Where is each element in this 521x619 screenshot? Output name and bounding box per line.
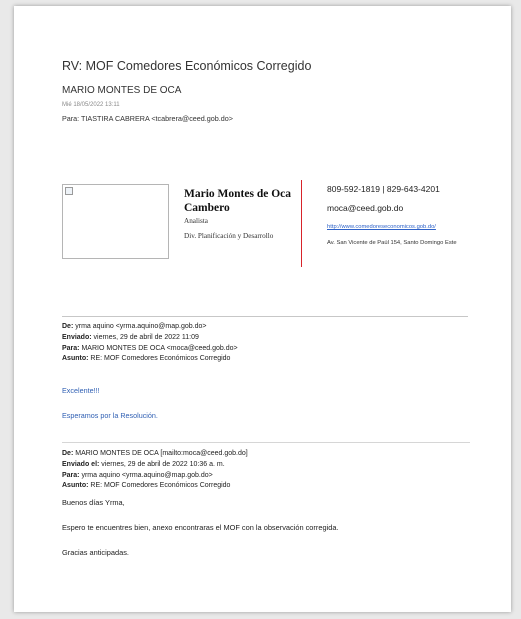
quoted-header-2: De: MARIO MONTES DE OCA [mailto:moca@cee…	[62, 449, 248, 492]
subject-value: RE: MOF Comedores Económicos Corregido	[90, 355, 231, 363]
from-label: De:	[62, 323, 74, 330]
sent-value: viernes, 29 de abril de 2022 10:36 a. m.	[101, 460, 225, 468]
from-value: MARIO MONTES DE OCA [mailto:moca@ceed.go…	[75, 450, 248, 457]
signature-name: Mario Montes de Oca Cambero	[184, 188, 291, 214]
subject-label: Asunto:	[62, 482, 89, 490]
separator-line	[62, 442, 470, 443]
sent-value: viernes, 29 de abril de 2022 11:09	[93, 333, 199, 341]
to-value: MARIO MONTES DE OCA <moca@ceed.gob.do>	[81, 344, 238, 352]
signature-address: Av. San Vicente de Paúl 154, Santo Domin…	[327, 240, 457, 246]
signature-divider	[301, 180, 302, 267]
to-label: Para:	[62, 471, 80, 479]
to-value: yrma aquino <yrma.aquino@map.gob.do>	[81, 471, 213, 479]
from-value: yrma aquino <yrma.aquino@map.gob.do>	[75, 323, 207, 330]
sent-label: Enviado:	[62, 333, 92, 341]
signature-division: Div. Planificación y Desarrollo	[184, 232, 274, 240]
email-page: RV: MOF Comedores Económicos Corregido M…	[14, 6, 511, 612]
subject-label: Asunto:	[62, 355, 89, 363]
quoted-header-1: De: yrma aquino <yrma.aquino@map.gob.do>…	[62, 322, 238, 365]
from-label: De:	[62, 450, 74, 457]
subject-value: RE: MOF Comedores Económicos Corregido	[90, 482, 231, 490]
message-greeting: Buenos días Yrma,	[62, 498, 125, 507]
email-sender: MARIO MONTES DE OCA	[62, 85, 182, 96]
signature-email: moca@ceed.gob.do	[327, 203, 404, 213]
quoted-message-line: Excelente!!!	[62, 386, 100, 395]
separator-line	[62, 316, 468, 317]
sent-label: Enviado el:	[62, 460, 100, 468]
signature-role: Analista	[184, 217, 208, 225]
message-closing: Gracias anticipadas.	[62, 548, 129, 557]
to-label: Para:	[62, 344, 80, 352]
email-subject: RV: MOF Comedores Económicos Corregido	[62, 59, 312, 73]
email-date: Mié 18/05/2022 13:11	[62, 102, 120, 108]
signature-website-link[interactable]: http://www.comedoreseconomicos.gob.do/	[327, 224, 436, 230]
signature-phone: 809-592-1819 | 829-643-4201	[327, 184, 440, 194]
broken-image-icon	[65, 187, 73, 195]
email-recipient: Para: TIASTIRA CABRERA <tcabrera@ceed.go…	[62, 114, 233, 123]
quoted-message-line: Esperamos por la Resolución.	[62, 411, 158, 420]
signature-image-placeholder	[62, 184, 169, 259]
message-body: Espero te encuentres bien, anexo encontr…	[62, 523, 339, 532]
